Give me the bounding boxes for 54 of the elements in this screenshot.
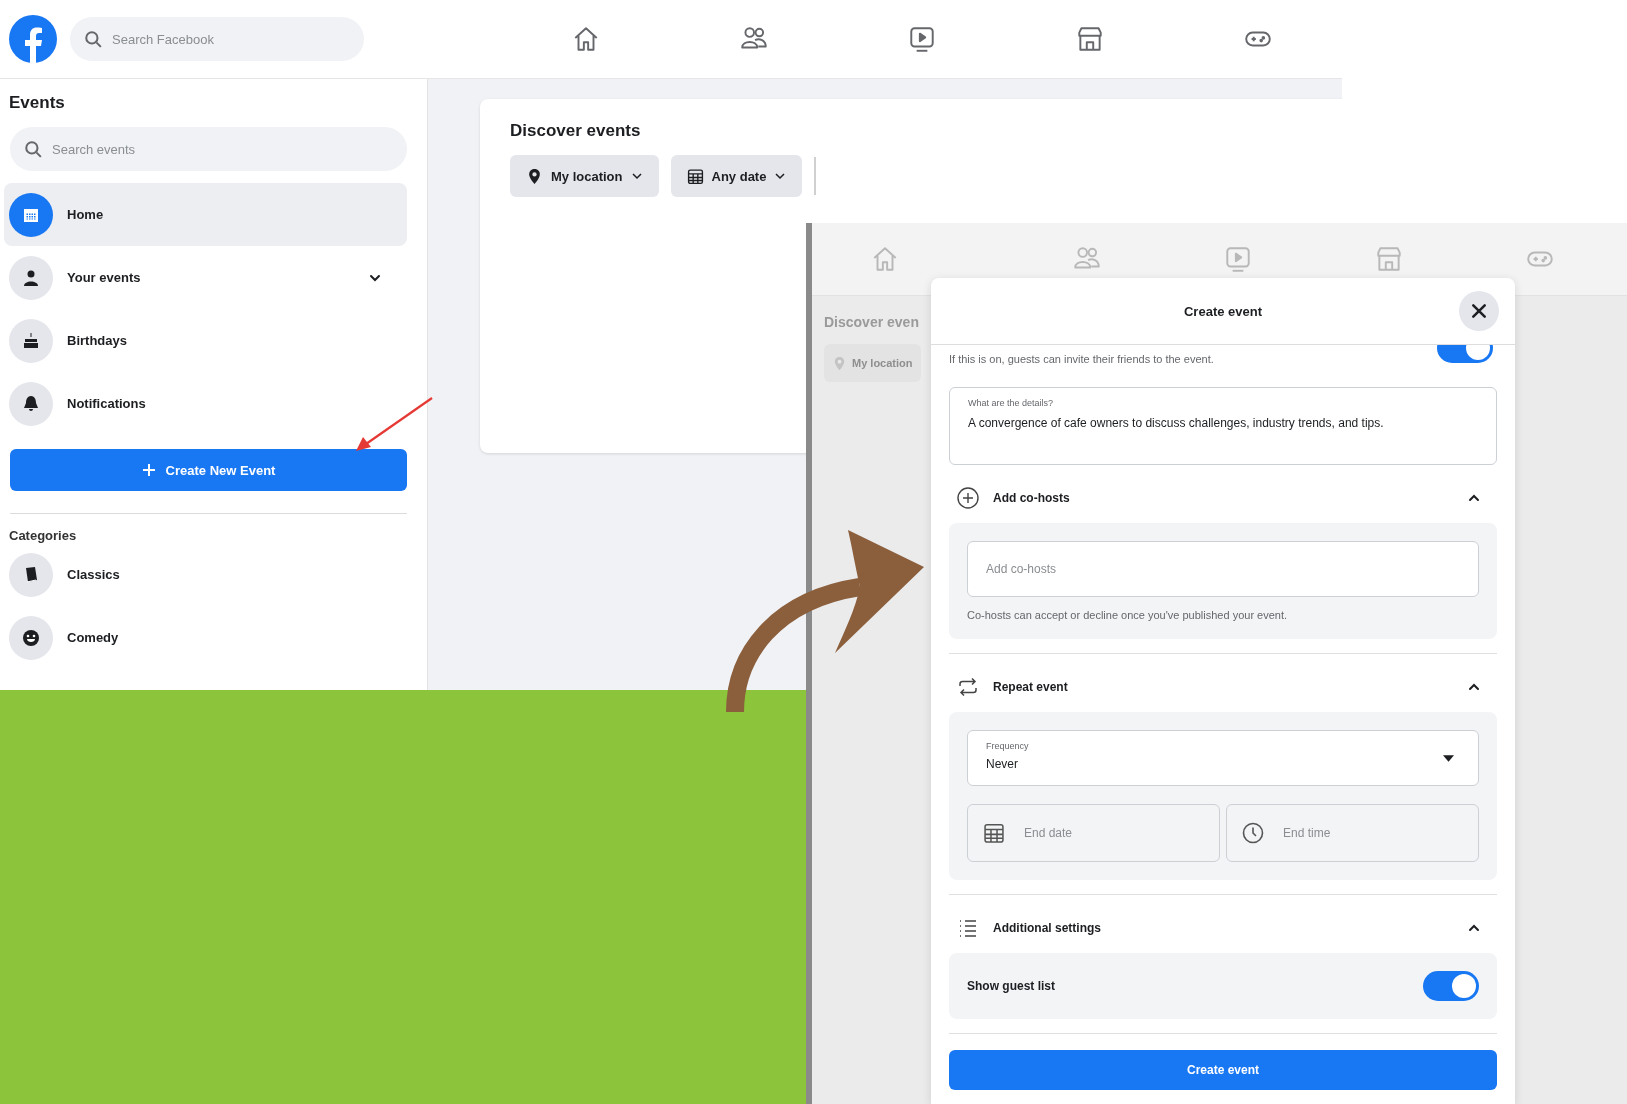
clock-icon — [1242, 822, 1264, 844]
sidebar-title: Events — [9, 93, 66, 113]
toggle-switch[interactable] — [1423, 971, 1479, 1001]
search-field[interactable]: Search events — [10, 127, 407, 171]
person-icon — [9, 255, 53, 300]
filter-dropdown[interactable]: Any date — [670, 155, 803, 197]
list-icon — [957, 917, 979, 939]
dialog-title: Create event — [1183, 303, 1262, 319]
sidebar-item[interactable]: Home — [4, 183, 407, 246]
page-title: Discover even — [824, 314, 920, 330]
book-icon — [9, 552, 53, 597]
section-title: Add co-hosts — [993, 491, 1070, 505]
sidebar-item[interactable]: Birthdays — [4, 309, 407, 372]
create-event-button[interactable]: Create New Event — [10, 449, 407, 491]
section-heading: Categories — [9, 528, 78, 543]
cohosts-input[interactable]: Add co-hosts — [967, 541, 1479, 597]
end-time-field[interactable]: End time — [1226, 804, 1479, 862]
category-item[interactable]: Comedy — [4, 606, 407, 669]
card-title: Discover events — [510, 121, 642, 141]
end-date-field[interactable]: End date — [967, 804, 1220, 862]
hint-text: If this is on, guests can invite their friends to the event. — [949, 353, 1214, 365]
smiley-icon — [9, 615, 53, 660]
store-icon[interactable] — [1075, 24, 1105, 54]
search-icon — [84, 30, 102, 48]
chevron-down-icon — [630, 170, 643, 182]
frequency-dropdown[interactable]: Frequency Never — [967, 730, 1479, 786]
video-icon[interactable] — [907, 24, 937, 54]
search-field[interactable]: Search Facebook — [70, 17, 364, 61]
repeat-icon — [957, 676, 979, 698]
details-field[interactable]: What are the details? A convergence of cafe owners to discuss challenges, industry trends, and tips. — [949, 387, 1497, 465]
calendar-icon — [983, 822, 1005, 844]
sidebar-item[interactable]: Notifications — [4, 372, 407, 435]
cake-icon — [9, 318, 53, 363]
sidebar-item[interactable]: Your events — [4, 246, 407, 309]
close-button[interactable] — [1459, 291, 1499, 331]
plus-circle-icon — [957, 487, 979, 509]
bell-icon — [9, 381, 53, 426]
location-pin-icon — [526, 167, 543, 185]
section-title: Additional settings — [993, 921, 1101, 935]
chevron-down-icon — [774, 170, 787, 182]
calendar-icon — [686, 167, 704, 185]
plus-icon — [141, 463, 156, 477]
search-icon — [24, 140, 42, 158]
close-icon — [1471, 303, 1487, 319]
create-event-button[interactable]: Create event — [949, 1050, 1497, 1090]
section-title: Repeat event — [993, 680, 1068, 694]
location-pin-icon — [832, 355, 847, 371]
logo-icon[interactable] — [9, 15, 57, 63]
setting-label: Show guest list — [967, 979, 1055, 993]
hint-text: Co-hosts can accept or decline once you've published your event. — [967, 609, 1289, 621]
category-item[interactable]: Classics — [4, 543, 407, 606]
calendar-icon — [9, 192, 53, 237]
dropdown-arrow-icon — [1443, 755, 1454, 762]
filter-dropdown[interactable]: My location — [510, 155, 659, 197]
